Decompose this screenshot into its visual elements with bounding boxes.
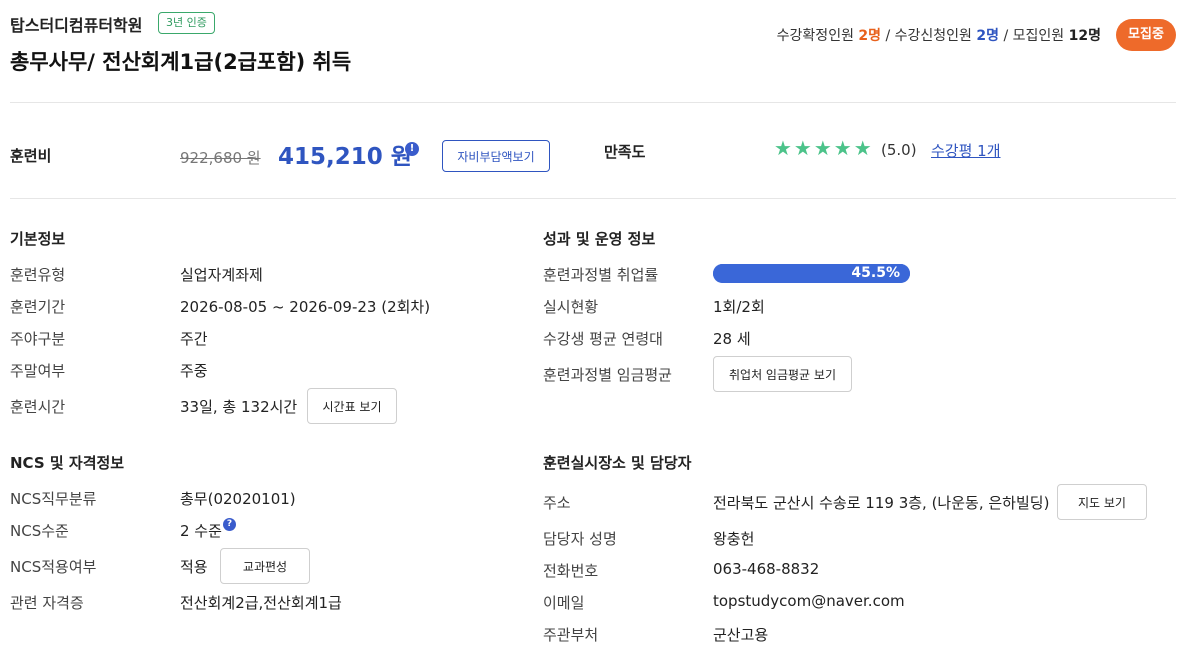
reviews-link[interactable]: 수강평 1개 bbox=[931, 140, 1001, 161]
performance-title: 성과 및 운영 정보 bbox=[543, 230, 656, 248]
separator: / bbox=[885, 28, 891, 44]
row-label-ncs-category: NCS직무분류 bbox=[10, 490, 97, 508]
course-title: 총무사무/ 전산회계1급(2급포함) 취득 bbox=[10, 50, 352, 74]
row-label-email: 이메일 bbox=[543, 594, 585, 612]
employment-rate-label: 훈련과정별 취업률 bbox=[543, 266, 659, 284]
row-label-phone: 전화번호 bbox=[543, 562, 599, 580]
confirmed-label: 수강확정인원 bbox=[776, 28, 854, 44]
certification-badge: 3년 인증 bbox=[158, 12, 215, 34]
row-value-address: 전라북도 군산시 수송로 119 3층, (나운동, 은하빌딩) bbox=[713, 494, 1050, 512]
original-price: 922,680 원 bbox=[180, 149, 261, 167]
institution-name: 탑스터디컴퓨터학원 bbox=[10, 16, 143, 35]
row-value-day-night: 주간 bbox=[180, 330, 208, 348]
satisfaction-label: 만족도 bbox=[604, 143, 646, 161]
row-value-status: 1회/2회 bbox=[713, 298, 765, 316]
row-label-ncs-applied: NCS적용여부 bbox=[10, 558, 97, 576]
row-value-ncs-applied: 적용 bbox=[180, 558, 208, 576]
row-label-training-period: 훈련기간 bbox=[10, 298, 66, 316]
row-label-avg-age: 수강생 평균 연령대 bbox=[543, 330, 663, 348]
rating-value: (5.0) bbox=[881, 141, 917, 159]
row-label-ministry: 주관부처 bbox=[543, 626, 599, 644]
location-title: 훈련실시장소 및 담당자 bbox=[543, 454, 692, 472]
discounted-price: 415,210 원 bbox=[278, 144, 412, 170]
row-label-training-type: 훈련유형 bbox=[10, 266, 66, 284]
applied-label: 수강신청인원 bbox=[894, 28, 972, 44]
row-value-training-type: 실업자계좌제 bbox=[180, 266, 263, 284]
row-value-ministry: 군산고용 bbox=[713, 626, 769, 644]
help-icon[interactable]: ? bbox=[223, 518, 236, 531]
row-value-certificates: 전산회계2급,전산회계1급 bbox=[180, 594, 342, 612]
confirmed-count: 2명 bbox=[858, 28, 882, 44]
row-value-manager: 왕충헌 bbox=[713, 530, 755, 548]
row-value-phone: 063-468-8832 bbox=[713, 560, 820, 578]
row-value-weekend: 주중 bbox=[180, 362, 208, 380]
divider bbox=[10, 102, 1176, 103]
row-label-status: 실시현황 bbox=[543, 298, 599, 316]
row-label-weekend: 주말여부 bbox=[10, 362, 66, 380]
fee-label: 훈련비 bbox=[10, 147, 52, 165]
capacity-label: 모집인원 bbox=[1012, 28, 1065, 44]
capacity-count: 12명 bbox=[1068, 28, 1101, 44]
row-label-day-night: 주야구분 bbox=[10, 330, 66, 348]
wage-average-button[interactable]: 취업처 임금평균 보기 bbox=[713, 356, 852, 392]
self-pay-button[interactable]: 자비부담액보기 bbox=[442, 140, 550, 172]
row-value-avg-age: 28 세 bbox=[713, 330, 751, 348]
separator: / bbox=[1003, 28, 1009, 44]
row-label-training-hours: 훈련시간 bbox=[10, 398, 66, 416]
wage-label: 훈련과정별 임금평균 bbox=[543, 366, 672, 384]
curriculum-button[interactable]: 교과편성 bbox=[220, 548, 310, 584]
row-label-manager: 담당자 성명 bbox=[543, 530, 617, 548]
row-value-training-period: 2026-08-05 ~ 2026-09-23 (2회차) bbox=[180, 298, 431, 316]
enrollment-summary: 수강확정인원 2명 / 수강신청인원 2명 / 모집인원 12명 bbox=[777, 25, 1101, 45]
row-value-ncs-level: 2 수준 bbox=[180, 522, 222, 540]
row-label-ncs-level: NCS수준 bbox=[10, 522, 69, 540]
row-label-address: 주소 bbox=[543, 494, 571, 512]
row-value-email: topstudycom@naver.com bbox=[713, 592, 905, 610]
employment-rate-bar: 45.5% bbox=[713, 264, 910, 283]
timetable-button[interactable]: 시간표 보기 bbox=[307, 388, 397, 424]
row-label-certificates: 관련 자격증 bbox=[10, 594, 84, 612]
row-value-training-hours: 33일, 총 132시간 bbox=[180, 398, 298, 416]
employment-rate-text: 45.5% bbox=[851, 265, 900, 281]
applied-count: 2명 bbox=[976, 28, 1000, 44]
info-icon[interactable]: ! bbox=[405, 142, 419, 156]
divider bbox=[10, 198, 1176, 199]
map-button[interactable]: 지도 보기 bbox=[1057, 484, 1147, 520]
basic-info-title: 기본정보 bbox=[10, 230, 66, 248]
star-rating-icon: ★★★★★ bbox=[774, 136, 874, 160]
recruiting-status-badge: 모집중 bbox=[1116, 19, 1176, 51]
ncs-title: NCS 및 자격정보 bbox=[10, 454, 125, 472]
row-value-ncs-category: 총무(02020101) bbox=[180, 490, 296, 508]
